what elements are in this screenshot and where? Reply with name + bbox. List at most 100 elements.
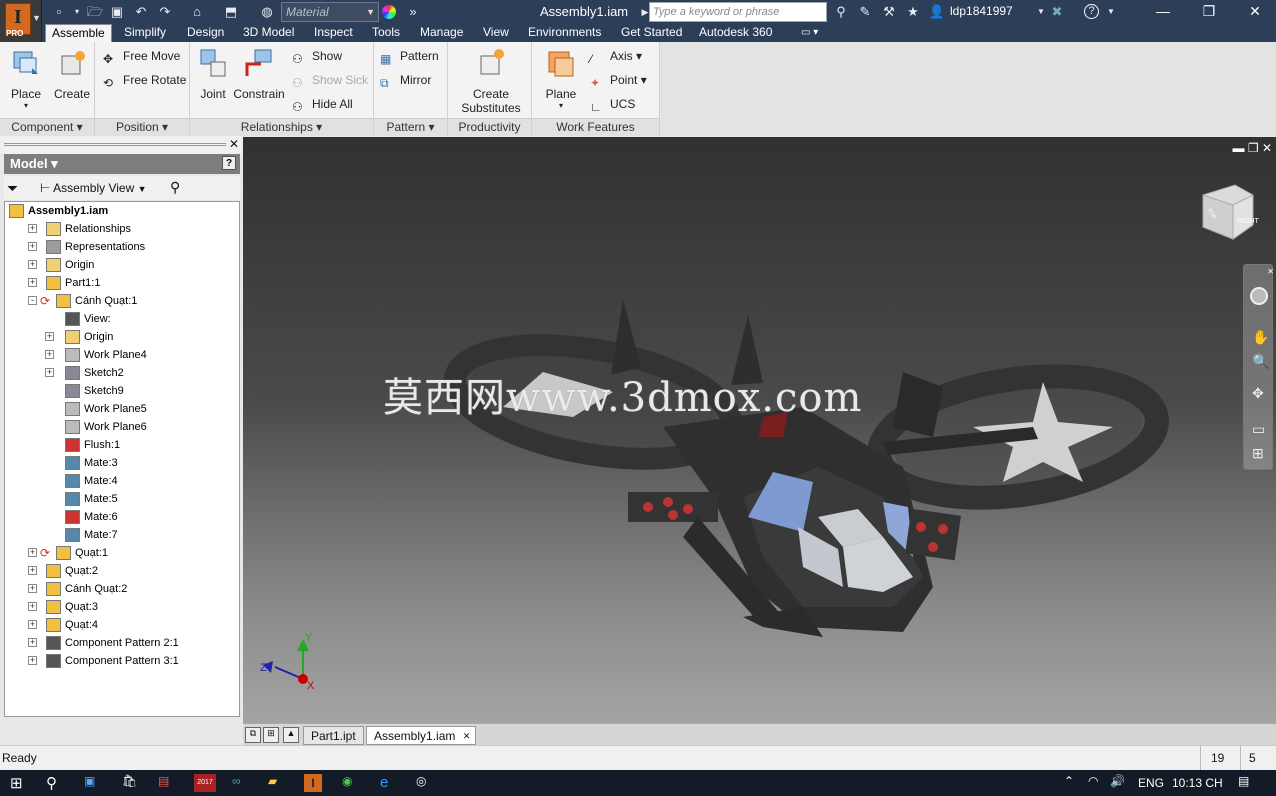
search-icon[interactable]: ⚲ (46, 774, 64, 792)
expand-icon[interactable]: + (28, 242, 37, 251)
find-binoculars-icon[interactable]: ⚲ (170, 179, 180, 196)
select-icon[interactable]: ⬒ (222, 3, 240, 21)
tree-node[interactable]: + Work Plane4 (5, 346, 239, 364)
position-panel-title[interactable]: Position ▾ (95, 118, 189, 136)
tree-node[interactable]: + Component Pattern 2:1 (5, 634, 239, 652)
view-face-icon[interactable]: ▭ (1252, 421, 1265, 438)
search-input[interactable]: Type a keyword or phrase (649, 2, 827, 22)
task-view-icon[interactable]: ▣ (84, 774, 102, 792)
tree-node[interactable]: + Quạt:2 (5, 562, 239, 580)
clock[interactable]: 10:13 CH (1172, 776, 1223, 790)
tree-node[interactable]: Mate:5 (5, 490, 239, 508)
return-icon[interactable]: ⌂ (188, 3, 206, 21)
show-button[interactable]: ⚇ Show (292, 46, 342, 66)
inventor-taskbar-icon[interactable]: I (304, 774, 322, 792)
expand-icon[interactable]: + (28, 566, 37, 575)
expand-icon[interactable]: + (28, 656, 37, 665)
orbit-icon[interactable]: ✥ (1252, 385, 1264, 402)
tree-node[interactable]: Mate:4 (5, 472, 239, 490)
open-icon[interactable]: 🗁 (86, 3, 104, 21)
pattern-panel-title[interactable]: Pattern ▾ (374, 118, 447, 136)
axis-button[interactable]: ⁄ Axis ▾ (590, 46, 642, 66)
tree-node[interactable]: Mate:7 (5, 526, 239, 544)
tab-assemble[interactable]: Assemble (45, 24, 112, 42)
ribbon-options-icon[interactable]: ▭ ▾ (795, 24, 824, 42)
free-rotate-button[interactable]: ⟲ Free Rotate (103, 70, 186, 90)
create-substitutes-button[interactable]: Create Substitutes (456, 46, 526, 115)
expand-icon[interactable]: + (28, 548, 37, 557)
create-button[interactable]: Create (52, 46, 92, 101)
tab-design[interactable]: Design (181, 24, 230, 42)
tree-node[interactable]: Work Plane6 (5, 418, 239, 436)
tray-chevron-up-icon[interactable]: ⌃ (1064, 774, 1082, 792)
tab-3d-model[interactable]: 3D Model (237, 24, 300, 42)
tree-node[interactable]: Mate:6 (5, 508, 239, 526)
browser-help-icon[interactable]: ? (222, 156, 236, 170)
expand-icon[interactable]: + (45, 332, 54, 341)
favorites-star-icon[interactable]: ★ (904, 3, 922, 21)
restore-button[interactable]: ❐ (1190, 0, 1228, 24)
binoculars-icon[interactable]: ⚲ (832, 3, 850, 21)
expand-icon[interactable]: + (28, 278, 37, 287)
tree-node[interactable]: + Representations (5, 238, 239, 256)
store-icon[interactable]: 🛍 (122, 774, 140, 792)
viewcube[interactable]: RIGHT TOP (1195, 179, 1269, 249)
zoom-icon[interactable]: 🔍 (1252, 353, 1269, 370)
tab-autodesk-360[interactable]: Autodesk 360 (693, 24, 778, 42)
tree-node[interactable]: + Sketch2 (5, 364, 239, 382)
close-button[interactable]: ✕ (1236, 0, 1274, 24)
free-move-button[interactable]: ✥ Free Move (103, 46, 180, 66)
component-panel-title[interactable]: Component ▾ (0, 118, 94, 136)
application-menu-button[interactable]: I PRO ▼ (0, 0, 42, 42)
browser-close-icon[interactable]: ✕ (229, 137, 239, 151)
point-button[interactable]: ✦ Point ▾ (590, 70, 647, 90)
more-tools-icon[interactable]: » (404, 3, 422, 21)
open-documents-icon[interactable]: ▲ (283, 727, 299, 743)
tab-view[interactable]: View (477, 24, 515, 42)
new-file-icon[interactable]: ▫ (50, 3, 68, 21)
username[interactable]: ldp1841997 (950, 4, 1013, 18)
expand-icon[interactable]: + (28, 224, 37, 233)
redo-icon[interactable]: ↷ (156, 3, 174, 21)
drone-model[interactable] (243, 137, 1276, 723)
tree-node[interactable]: - ⟳ Cánh Quạt:1 (5, 292, 239, 310)
mirror-button[interactable]: ⧉ Mirror (380, 70, 431, 90)
notifications-icon[interactable]: ▤ (1238, 774, 1256, 792)
pan-hand-icon[interactable]: ✋ (1252, 329, 1269, 346)
communication-icon[interactable]: ⚒ (880, 3, 898, 21)
language-indicator[interactable]: ENG (1138, 776, 1164, 790)
tree-node[interactable]: View: (5, 310, 239, 328)
tree-node[interactable]: + Quạt:4 (5, 616, 239, 634)
tab-tools[interactable]: Tools (366, 24, 406, 42)
joint-button[interactable]: Joint (194, 46, 232, 101)
tree-node[interactable]: Flush:1 (5, 436, 239, 454)
tree-node[interactable]: + Origin (5, 256, 239, 274)
vp-minimize-icon[interactable]: ▬ (1232, 141, 1244, 155)
hide-all-button[interactable]: ⚇ Hide All (292, 94, 353, 114)
tree-node[interactable]: + Origin (5, 328, 239, 346)
appearance-icon[interactable]: ◍ (258, 3, 276, 21)
tree-node[interactable]: + ⟳ Quạt:1 (5, 544, 239, 562)
save-icon[interactable]: ▣ (108, 3, 126, 21)
tab-inspect[interactable]: Inspect (308, 24, 359, 42)
tree-node[interactable]: Sketch9 (5, 382, 239, 400)
constrain-button[interactable]: Constrain (232, 46, 286, 101)
vp-restore-icon[interactable]: ❐ (1248, 141, 1259, 155)
browser-grip[interactable] (4, 143, 226, 146)
expand-icon[interactable]: + (28, 620, 37, 629)
color-override-icon[interactable] (382, 5, 396, 19)
graphics-viewport[interactable]: 莫西网www.3dmox.com ▬ ❐ ✕ RIGHT TOP ✕ ✋ 🔍 ✥… (243, 137, 1276, 723)
collapse-icon[interactable]: - (28, 296, 37, 305)
wifi-icon[interactable]: ◠ (1088, 774, 1106, 792)
plane-button[interactable]: Plane ▾ (538, 46, 584, 110)
file-explorer-icon[interactable]: ▰ (268, 774, 286, 792)
tab-close-icon[interactable]: ✕ (463, 727, 471, 745)
tree-node[interactable]: + Cánh Quạt:2 (5, 580, 239, 598)
browser-header[interactable]: Model ▾ ? (4, 154, 240, 174)
help-icon[interactable]: ? (1084, 4, 1099, 19)
assembly-view-select[interactable]: ⊢ Assembly View ▼ (40, 181, 147, 195)
tree-node[interactable]: Work Plane5 (5, 400, 239, 418)
minimize-button[interactable]: — (1144, 0, 1182, 24)
subscription-icon[interactable]: ✎ (856, 3, 874, 21)
steering-wheel-icon[interactable] (1250, 287, 1268, 305)
